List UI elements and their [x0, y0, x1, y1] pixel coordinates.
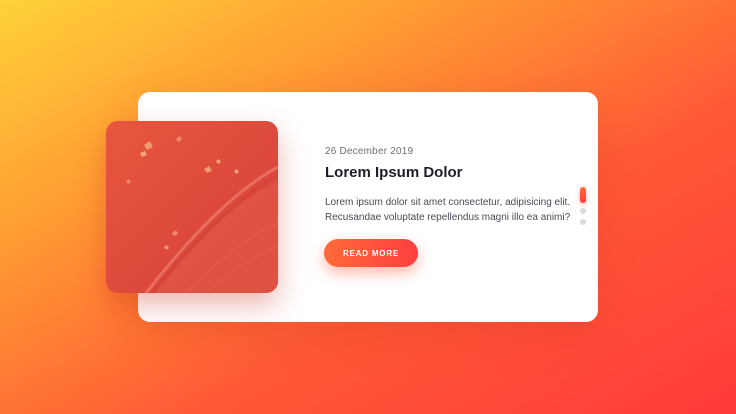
slider-pagination	[580, 187, 586, 230]
read-more-button[interactable]: READ MORE	[324, 239, 418, 267]
pagination-dot-2[interactable]	[580, 208, 586, 214]
post-description: Lorem ipsum dolor sit amet consectetur, …	[325, 197, 571, 223]
post-title: Lorem Ipsum Dolor	[325, 164, 463, 181]
post-date: 26 December 2019	[325, 146, 414, 157]
pagination-dot-3[interactable]	[580, 219, 586, 225]
post-image	[106, 121, 278, 293]
pagination-dot-1[interactable]	[580, 187, 586, 203]
